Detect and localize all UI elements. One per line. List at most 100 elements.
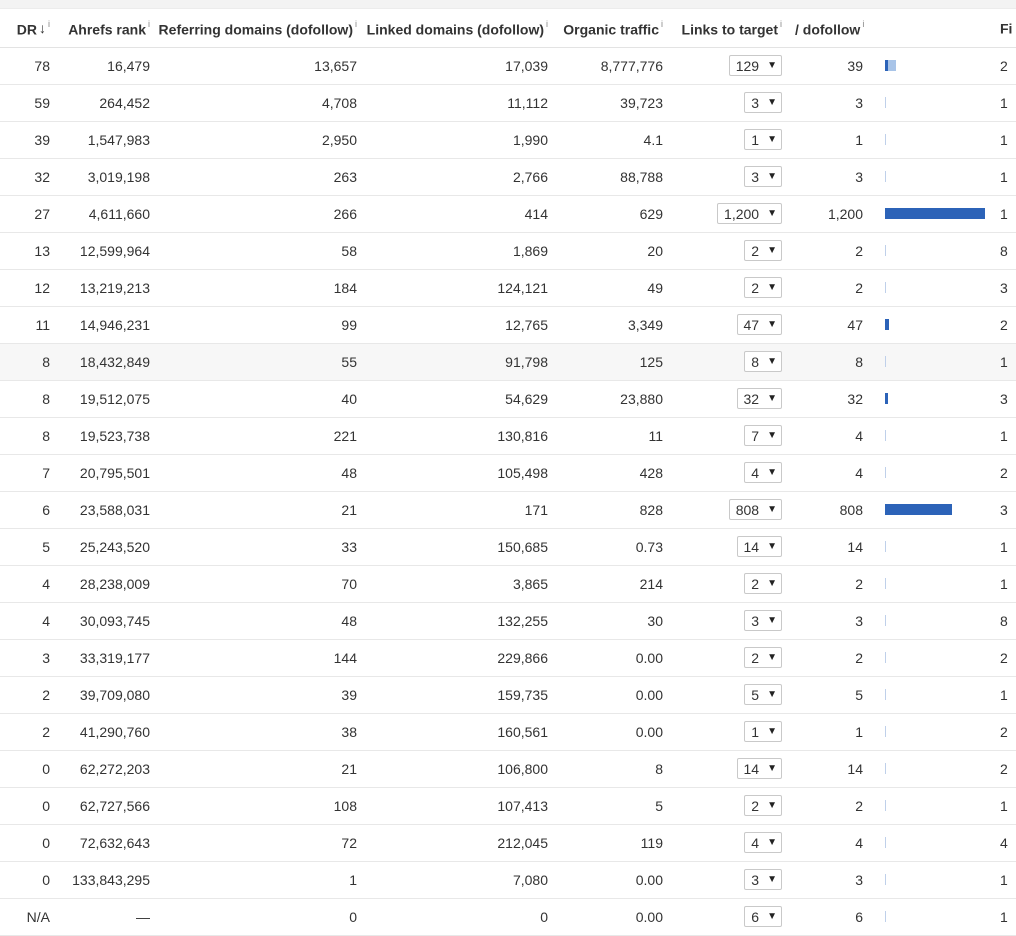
header-dr[interactable]: DR ↓ i bbox=[0, 9, 58, 48]
links-dropdown[interactable]: 129 ▼ bbox=[728, 55, 782, 76]
links-dropdown[interactable]: 3 ▼ bbox=[744, 610, 782, 631]
cell-cut-column: 1 bbox=[1000, 861, 1016, 899]
links-dropdown[interactable]: 2 ▼ bbox=[744, 795, 782, 816]
info-icon[interactable]: i bbox=[355, 19, 357, 29]
links-dropdown[interactable]: 6 ▼ bbox=[744, 906, 782, 927]
table-row[interactable]: 4 28,238,009 70 3,865 214 2 ▼ 2 1 bbox=[0, 565, 1016, 603]
info-icon[interactable]: i bbox=[546, 19, 548, 29]
links-dropdown[interactable]: 2 ▼ bbox=[744, 647, 782, 668]
table-row[interactable]: 0 133,843,295 1 7,080 0.00 3 ▼ 3 1 bbox=[0, 861, 1016, 899]
cell-linked-domains: 7,080 bbox=[365, 861, 556, 899]
bar-tick bbox=[885, 800, 886, 811]
ahrefs-rank-value: — bbox=[136, 908, 150, 925]
cell-dofollow-bar bbox=[871, 84, 1000, 122]
header-organic-traffic-label: Organic traffic bbox=[563, 20, 659, 37]
cell-dr: 32 bbox=[0, 158, 58, 196]
links-dropdown[interactable]: 2 ▼ bbox=[744, 240, 782, 261]
cell-links-to-target: 14 ▼ bbox=[671, 750, 787, 788]
caret-down-icon: ▼ bbox=[767, 578, 777, 589]
table-row[interactable]: N/A —0 0 0.00 6 ▼ 6 1 bbox=[0, 898, 1016, 936]
links-dropdown[interactable]: 1 ▼ bbox=[744, 721, 782, 742]
links-dropdown[interactable]: 7 ▼ bbox=[744, 425, 782, 446]
table-row[interactable]: 3 33,319,177 144 229,866 0.00 2 ▼ 2 2 bbox=[0, 639, 1016, 677]
top-strip bbox=[0, 0, 1016, 9]
cell-ahrefs-rank: 4,611,660 bbox=[58, 195, 158, 233]
table-row[interactable]: 32 3,019,198 263 2,766 88,788 3 ▼ 3 1 bbox=[0, 158, 1016, 196]
cell-links-to-target: 3 ▼ bbox=[671, 602, 787, 640]
links-dropdown[interactable]: 1,200 ▼ bbox=[717, 203, 782, 224]
table-row[interactable]: 2 39,709,080 39 159,735 0.00 5 ▼ 5 1 bbox=[0, 676, 1016, 714]
cell-ahrefs-rank: 16,479 bbox=[58, 47, 158, 85]
cell-dr: 0 bbox=[0, 787, 58, 825]
dr-value: 11 bbox=[35, 316, 50, 333]
table-row[interactable]: 12 13,219,213 184 124,121 49 2 ▼ 2 3 bbox=[0, 269, 1016, 307]
info-icon[interactable]: i bbox=[661, 19, 663, 29]
cell-organic-traffic: 0.00 bbox=[556, 639, 671, 677]
links-dropdown[interactable]: 2 ▼ bbox=[744, 277, 782, 298]
links-dropdown[interactable]: 47 ▼ bbox=[736, 314, 782, 335]
header-ahrefs-rank[interactable]: Ahrefs rank i bbox=[58, 9, 158, 48]
header-referring-domains[interactable]: Referring domains (dofollow) i bbox=[158, 9, 365, 48]
links-dropdown[interactable]: 3 ▼ bbox=[744, 166, 782, 187]
table-row[interactable]: 2 41,290,760 38 160,561 0.00 1 ▼ 1 2 bbox=[0, 713, 1016, 751]
cell-linked-domains: 1,990 bbox=[365, 121, 556, 159]
links-dropdown[interactable]: 14 ▼ bbox=[736, 758, 782, 779]
links-dropdown[interactable]: 32 ▼ bbox=[736, 388, 782, 409]
cell-links-to-target: 7 ▼ bbox=[671, 417, 787, 455]
cell-dr: 0 bbox=[0, 750, 58, 788]
linked-domains-value: 2,766 bbox=[512, 168, 548, 185]
table-row[interactable]: 13 12,599,964 58 1,869 20 2 ▼ 2 8 bbox=[0, 232, 1016, 270]
links-dropdown-value: 5 bbox=[751, 686, 760, 703]
table-row[interactable]: 5 25,243,520 33 150,685 0.73 14 ▼ 14 1 bbox=[0, 528, 1016, 566]
cell-organic-traffic: 30 bbox=[556, 602, 671, 640]
table-row[interactable]: 39 1,547,983 2,950 1,990 4.1 1 ▼ 1 1 bbox=[0, 121, 1016, 159]
organic-traffic-value: 629 bbox=[639, 205, 663, 222]
links-dropdown[interactable]: 3 ▼ bbox=[744, 869, 782, 890]
table-row[interactable]: 0 62,727,566 108 107,413 5 2 ▼ 2 1 bbox=[0, 787, 1016, 825]
table-row[interactable]: 59 264,452 4,708 11,112 39,723 3 ▼ 3 1 bbox=[0, 84, 1016, 122]
header-dofollow[interactable]: / dofollow i bbox=[787, 9, 871, 48]
table-row[interactable]: 8 18,432,849 55 91,798 125 8 ▼ 8 1 bbox=[0, 343, 1016, 381]
info-icon[interactable]: i bbox=[148, 19, 150, 29]
table-row[interactable]: 8 19,523,738 221 130,816 11 7 ▼ 4 1 bbox=[0, 417, 1016, 455]
cell-dofollow-bar bbox=[871, 47, 1000, 85]
links-dropdown[interactable]: 2 ▼ bbox=[744, 573, 782, 594]
caret-down-icon: ▼ bbox=[767, 763, 777, 774]
links-dropdown[interactable]: 8 ▼ bbox=[744, 351, 782, 372]
links-dropdown[interactable]: 1 ▼ bbox=[744, 129, 782, 150]
dofollow-value: 8 bbox=[855, 353, 863, 370]
cell-cut-column: 2 bbox=[1000, 47, 1016, 85]
table-row[interactable]: 7 20,795,501 48 105,498 428 4 ▼ 4 2 bbox=[0, 454, 1016, 492]
info-icon[interactable]: i bbox=[48, 19, 50, 29]
header-links-to-target[interactable]: Links to target i bbox=[671, 9, 787, 48]
organic-traffic-value: 0.00 bbox=[635, 908, 663, 925]
table-row[interactable]: 78 16,479 13,657 17,039 8,777,776 129 ▼ 39 2 bbox=[0, 47, 1016, 85]
cell-ahrefs-rank: 12,599,964 bbox=[58, 232, 158, 270]
links-dropdown[interactable]: 808 ▼ bbox=[728, 499, 782, 520]
referring-domains-value: 1 bbox=[349, 871, 357, 888]
referring-domains-value: 4,708 bbox=[321, 94, 357, 111]
table-row[interactable]: 8 19,512,075 40 54,629 23,880 32 ▼ 32 3 bbox=[0, 380, 1016, 418]
caret-down-icon: ▼ bbox=[767, 171, 777, 182]
cell-dofollow-bar bbox=[871, 565, 1000, 603]
table-row[interactable]: 11 14,946,231 99 12,765 3,349 47 ▼ 47 2 bbox=[0, 306, 1016, 344]
table-row[interactable]: 27 4,611,660 266 414 629 1,200 ▼ 1,200 1 bbox=[0, 195, 1016, 233]
table-row[interactable]: 4 30,093,745 48 132,255 30 3 ▼ 3 8 bbox=[0, 602, 1016, 640]
cell-links-to-target: 6 ▼ bbox=[671, 898, 787, 936]
info-icon[interactable]: i bbox=[780, 19, 782, 29]
header-linked-domains[interactable]: Linked domains (dofollow) i bbox=[365, 9, 556, 48]
table-row[interactable]: 6 23,588,031 21 171 828 808 ▼ 808 3 bbox=[0, 491, 1016, 529]
links-dropdown[interactable]: 4 ▼ bbox=[744, 462, 782, 483]
table-row[interactable]: 0 72,632,643 72 212,045 119 4 ▼ 4 4 bbox=[0, 824, 1016, 862]
dofollow-bar bbox=[885, 763, 995, 774]
links-dropdown[interactable]: 14 ▼ bbox=[736, 536, 782, 557]
header-cut-column[interactable]: Fi bbox=[1000, 9, 1016, 48]
table-row[interactable]: 0 62,272,203 21 106,800 8 14 ▼ 14 2 bbox=[0, 750, 1016, 788]
dofollow-value: 47 bbox=[847, 316, 863, 333]
header-organic-traffic[interactable]: Organic traffic i bbox=[556, 9, 671, 48]
cell-organic-traffic: 88,788 bbox=[556, 158, 671, 196]
links-dropdown[interactable]: 5 ▼ bbox=[744, 684, 782, 705]
links-dropdown[interactable]: 3 ▼ bbox=[744, 92, 782, 113]
info-icon[interactable]: i bbox=[862, 19, 864, 29]
links-dropdown[interactable]: 4 ▼ bbox=[744, 832, 782, 853]
